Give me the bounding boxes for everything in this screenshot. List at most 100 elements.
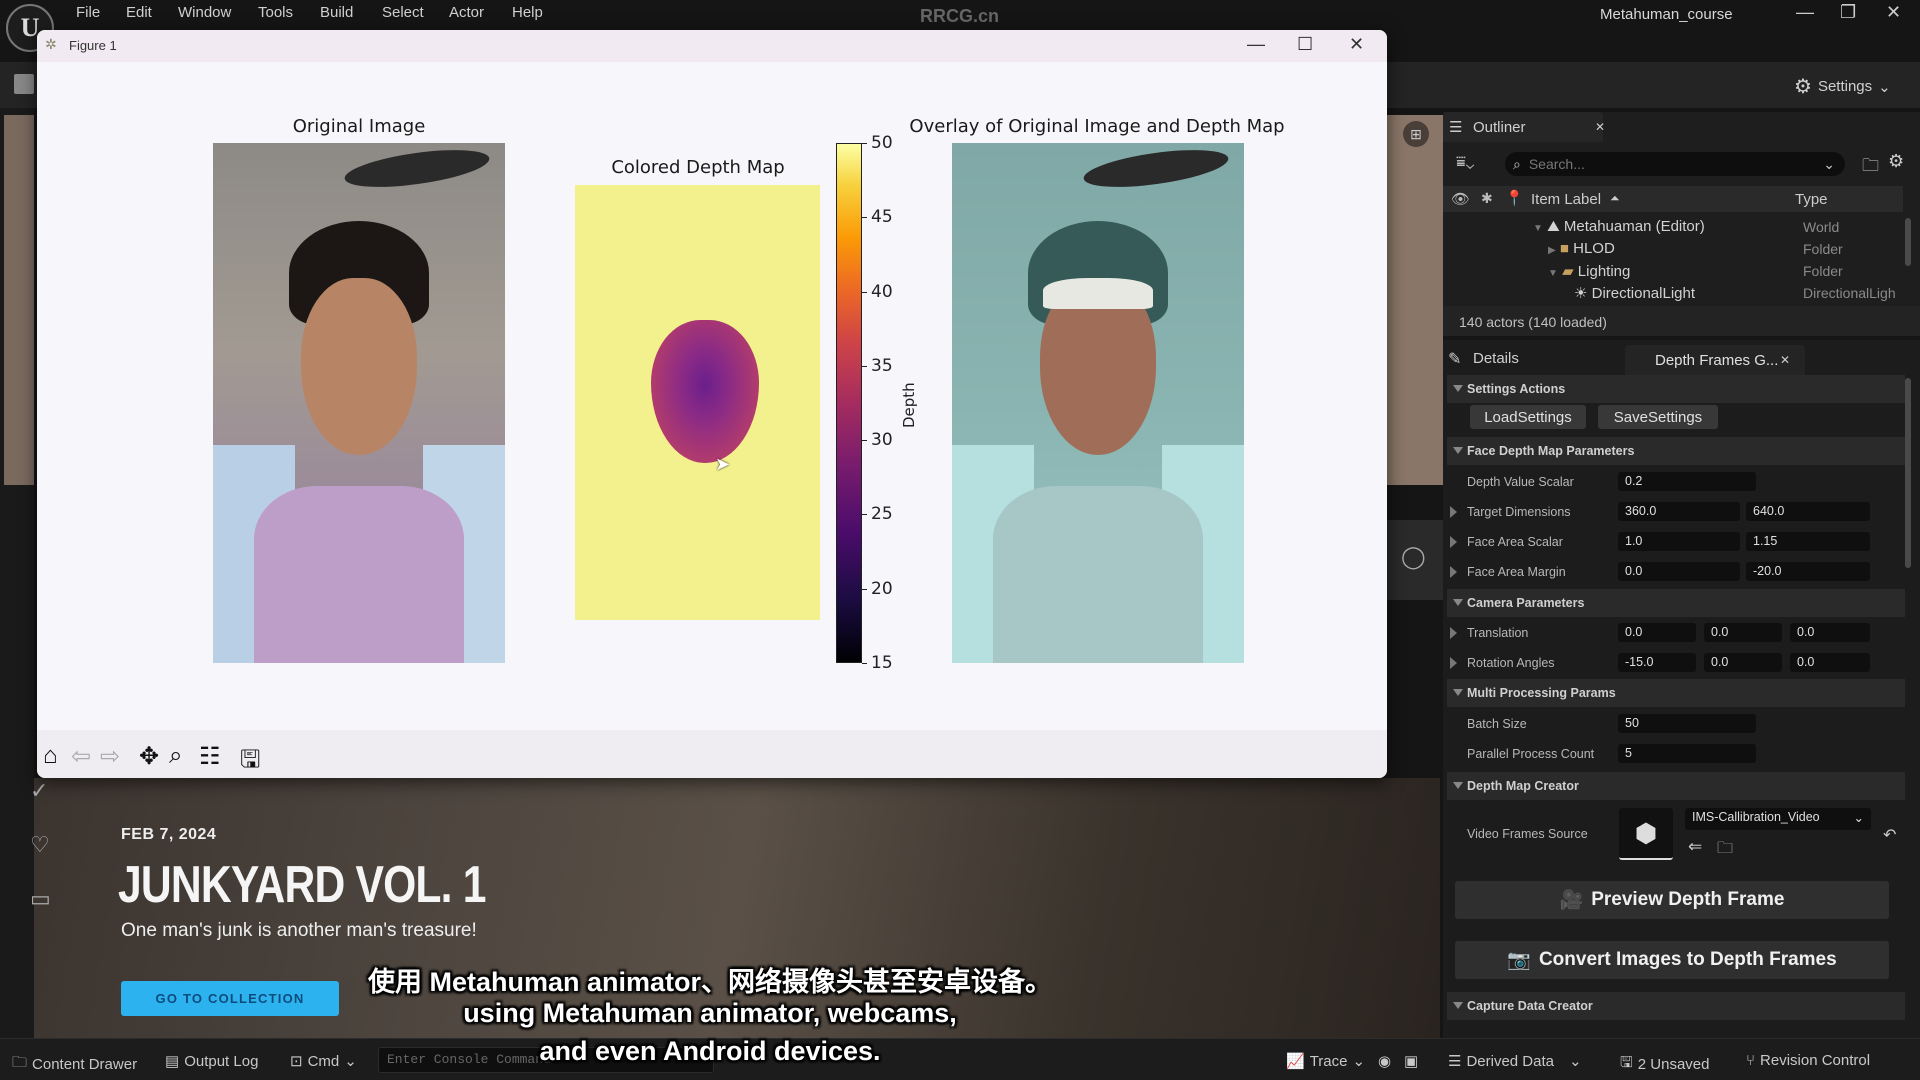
level-viewport-right[interactable]: ⊞ xyxy=(1387,115,1443,485)
target-dim-y-input[interactable]: 640.0 xyxy=(1746,502,1870,521)
expand-arrow-icon[interactable]: ▶ xyxy=(1548,245,1556,256)
save-settings-button[interactable]: SaveSettings xyxy=(1598,405,1718,429)
configure-icon[interactable]: ☷ xyxy=(199,742,221,771)
prop-label[interactable]: Face Area Margin xyxy=(1450,565,1566,579)
prop-label[interactable]: Translation xyxy=(1449,626,1528,640)
minimize-button[interactable]: — xyxy=(1796,2,1814,23)
menu-build[interactable]: Build xyxy=(320,4,353,21)
face-area-margin-x-input[interactable]: 0.0 xyxy=(1618,562,1740,581)
trace-dropdown[interactable]: 📈 Trace ⌄ xyxy=(1286,1052,1365,1071)
derived-data-dropdown[interactable]: ☰ Derived Data ⌄ xyxy=(1448,1052,1582,1071)
menu-file[interactable]: File xyxy=(76,4,100,21)
section-camera-parameters[interactable]: Camera Parameters xyxy=(1447,589,1905,617)
translation-x-input[interactable]: 0.0 xyxy=(1618,623,1696,642)
menu-help[interactable]: Help xyxy=(512,4,543,21)
save-level-icon[interactable] xyxy=(14,74,34,94)
parallel-process-slider[interactable]: 5 xyxy=(1618,744,1756,763)
rotation-x-input[interactable]: -15.0 xyxy=(1618,653,1696,672)
unsaved-label: 2 Unsaved xyxy=(1637,1056,1710,1073)
prop-label[interactable]: Rotation Angles xyxy=(1450,656,1555,670)
figure-maximize-button[interactable]: ☐ xyxy=(1297,34,1313,55)
face-area-margin-y-input[interactable]: -20.0 xyxy=(1746,562,1870,581)
prop-label[interactable]: Face Area Scalar xyxy=(1450,535,1563,549)
column-type[interactable]: Type xyxy=(1795,191,1828,208)
snapshot-icon[interactable]: ▣ xyxy=(1404,1052,1418,1070)
section-settings-actions[interactable]: Settings Actions xyxy=(1447,375,1905,403)
video-source-dropdown[interactable]: IMS-Callibration_Video ⌄ xyxy=(1685,808,1871,830)
section-multi-processing[interactable]: Multi Processing Params xyxy=(1447,679,1905,707)
menu-edit[interactable]: Edit xyxy=(126,4,152,21)
preview-depth-frame-button[interactable]: 🎥 Preview Depth Frame xyxy=(1455,881,1889,919)
section-face-depth-map[interactable]: Face Depth Map Parameters xyxy=(1447,437,1905,465)
home-icon[interactable]: ⌂ xyxy=(43,742,58,770)
prop-label[interactable]: Target Dimensions xyxy=(1450,505,1571,519)
colorbar-tick-label: 45 xyxy=(871,207,893,228)
outliner-settings-icon[interactable]: ⚙ xyxy=(1888,151,1904,172)
back-icon[interactable]: ⇦ xyxy=(71,742,91,771)
monitor-icon[interactable]: ▭ xyxy=(30,886,51,912)
close-button[interactable]: ✕ xyxy=(1886,2,1901,23)
outliner-search-input[interactable]: ⌕ Search... ⌄ xyxy=(1505,152,1845,176)
rotation-y-input[interactable]: 0.0 xyxy=(1704,653,1782,672)
outliner-row-lighting[interactable]: ▼ ▰ Lighting xyxy=(1548,262,1630,280)
outliner-row-directional-light[interactable]: ☀ DirectionalLight xyxy=(1574,284,1695,302)
depth-frames-tab[interactable]: Depth Frames G... ✕ xyxy=(1625,345,1805,375)
outliner-row-world[interactable]: ▼ ⛰ Metahuaman (Editor) xyxy=(1533,218,1705,235)
menu-actor[interactable]: Actor xyxy=(449,4,484,21)
details-tab[interactable]: Details xyxy=(1473,350,1519,367)
depth-map-title: Colored Depth Map xyxy=(611,157,785,178)
save-icon[interactable]: 🖫 xyxy=(240,742,260,778)
face-area-scalar-x-input[interactable]: 1.0 xyxy=(1618,532,1740,551)
figure-minimize-button[interactable]: — xyxy=(1247,34,1265,55)
face-area-scalar-y-input[interactable]: 1.15 xyxy=(1746,532,1870,551)
forward-icon[interactable]: ⇨ xyxy=(100,742,120,771)
translation-z-input[interactable]: 0.0 xyxy=(1790,623,1870,642)
heart-icon[interactable]: ♡ xyxy=(30,832,50,858)
browse-folder-icon[interactable]: 🗀 xyxy=(1717,837,1733,864)
star-icon[interactable]: ✱ xyxy=(1481,190,1493,207)
use-selected-arrow-icon[interactable]: ⇐ xyxy=(1688,837,1702,857)
menu-select[interactable]: Select xyxy=(382,4,424,21)
reset-arrow-icon[interactable]: ↶ xyxy=(1883,825,1896,845)
close-tab-icon[interactable]: ✕ xyxy=(1780,353,1790,367)
menu-tools[interactable]: Tools xyxy=(258,4,293,21)
restore-button[interactable]: ❐ xyxy=(1840,2,1856,23)
batch-size-slider[interactable]: 50 xyxy=(1618,714,1756,733)
figure-close-button[interactable]: ✕ xyxy=(1349,34,1364,55)
zoom-icon[interactable]: ⌕ xyxy=(169,742,182,770)
add-folder-icon[interactable]: 🗀 xyxy=(1862,153,1879,182)
record-icon[interactable]: ◉ xyxy=(1378,1052,1391,1070)
check-icon[interactable]: ✓ xyxy=(30,778,48,804)
section-depth-map-creator[interactable]: Depth Map Creator xyxy=(1447,772,1905,800)
convert-images-button[interactable]: 📷 Convert Images to Depth Frames xyxy=(1455,941,1889,979)
expand-arrow-icon[interactable]: ▼ xyxy=(1533,223,1543,234)
column-item-label[interactable]: Item Label xyxy=(1531,191,1601,208)
revision-control-button[interactable]: ⑂ Revision Control xyxy=(1746,1052,1870,1069)
load-settings-button[interactable]: LoadSettings xyxy=(1470,405,1586,429)
rotation-z-input[interactable]: 0.0 xyxy=(1790,653,1870,672)
expand-arrow-icon[interactable]: ▼ xyxy=(1548,268,1558,279)
translation-y-input[interactable]: 0.0 xyxy=(1704,623,1782,642)
close-tab-icon[interactable]: ✕ xyxy=(1595,120,1605,134)
figure-titlebar[interactable] xyxy=(37,30,1387,62)
details-scrollbar[interactable] xyxy=(1905,378,1911,568)
visibility-eye-icon[interactable]: 👁 xyxy=(1451,190,1470,208)
depth-value-scalar-input[interactable]: 0.2 xyxy=(1618,472,1756,491)
settings-button[interactable]: ⚙ Settings ⌄ xyxy=(1794,74,1891,99)
filter-icon[interactable]: ⩸⌄ xyxy=(1456,154,1474,172)
pin-icon[interactable]: 📍 xyxy=(1505,189,1524,207)
unsaved-button[interactable]: 🖫 2 Unsaved xyxy=(1620,1052,1710,1077)
layout-grid-icon[interactable]: ⊞ xyxy=(1403,121,1429,147)
user-icon[interactable]: ◯ xyxy=(1401,544,1426,570)
outliner-tab[interactable]: ☰ Outliner ✕ xyxy=(1443,112,1605,142)
outliner-scrollbar[interactable] xyxy=(1905,218,1911,266)
viewport-panel: ◯ xyxy=(1387,520,1443,600)
section-capture-data-creator[interactable]: Capture Data Creator xyxy=(1447,992,1905,1020)
outliner-row-hlod[interactable]: ▶ ■ HLOD xyxy=(1548,240,1615,257)
row-type: DirectionalLigh xyxy=(1803,285,1896,301)
target-dim-x-input[interactable]: 360.0 xyxy=(1618,502,1740,521)
menu-window[interactable]: Window xyxy=(178,4,231,21)
level-viewport[interactable] xyxy=(4,115,34,485)
pan-icon[interactable]: ✥ xyxy=(139,742,159,771)
asset-thumbnail-cube-icon[interactable]: ⬢ xyxy=(1619,808,1673,860)
